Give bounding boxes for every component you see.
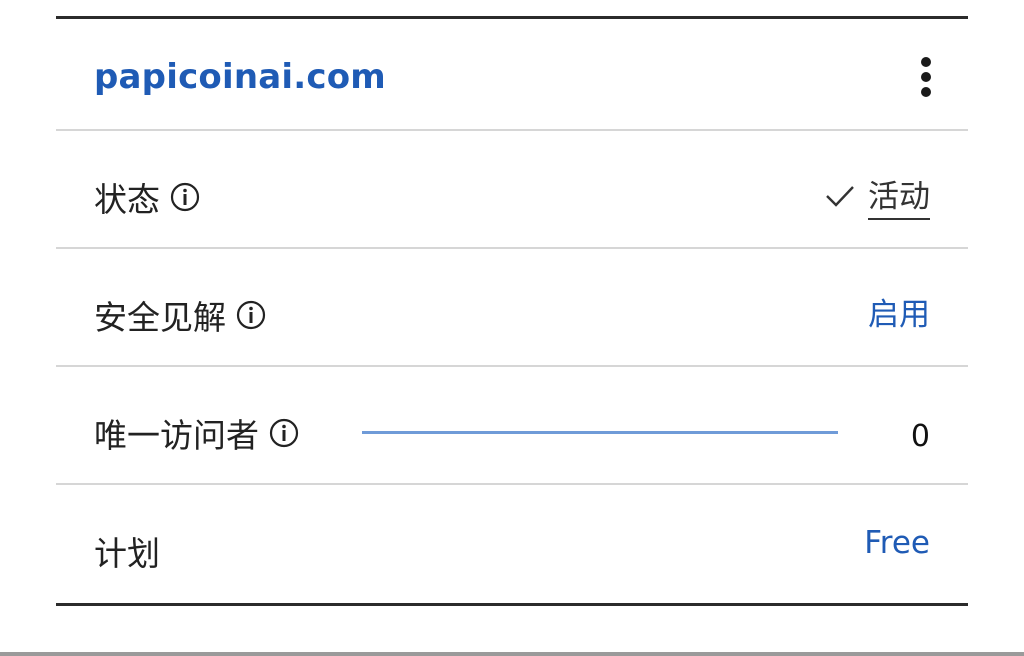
status-value[interactable]: 活动 [868,171,930,220]
more-vertical-icon[interactable] [914,57,938,97]
plan-row: 计划 Free [56,485,968,603]
unique-visitors-label: 唯一访问者 [94,416,259,455]
domain-card: papicoinai.com 状态 活动 安全见解 启用 唯一访问者 0 计划 … [56,16,968,606]
unique-visitors-row: 唯一访问者 0 [56,367,968,485]
security-insights-label: 安全见解 [94,298,226,337]
check-icon [826,185,854,207]
status-label-group: 状态 [94,173,200,221]
status-label: 状态 [94,180,160,219]
visitors-sparkline [362,431,838,434]
domain-header-row: papicoinai.com [56,19,968,131]
security-label-group: 安全见解 [94,291,266,339]
plan-value[interactable]: Free [864,525,930,561]
security-insights-row: 安全见解 启用 [56,249,968,367]
status-row: 状态 活动 [56,131,968,249]
info-icon[interactable] [236,300,266,330]
security-insights-value[interactable]: 启用 [868,289,930,334]
info-icon[interactable] [269,418,299,448]
plan-label-group: 计划 [94,527,160,575]
plan-label: 计划 [94,534,160,573]
info-icon[interactable] [170,182,200,212]
domain-name-link[interactable]: papicoinai.com [94,57,386,97]
page: papicoinai.com 状态 活动 安全见解 启用 唯一访问者 0 计划 … [0,0,1024,656]
unique-visitors-count: 0 [910,419,930,454]
bottom-divider [0,652,1024,656]
visitors-label-group: 唯一访问者 [94,409,299,457]
status-value-group: 活动 [824,171,930,220]
